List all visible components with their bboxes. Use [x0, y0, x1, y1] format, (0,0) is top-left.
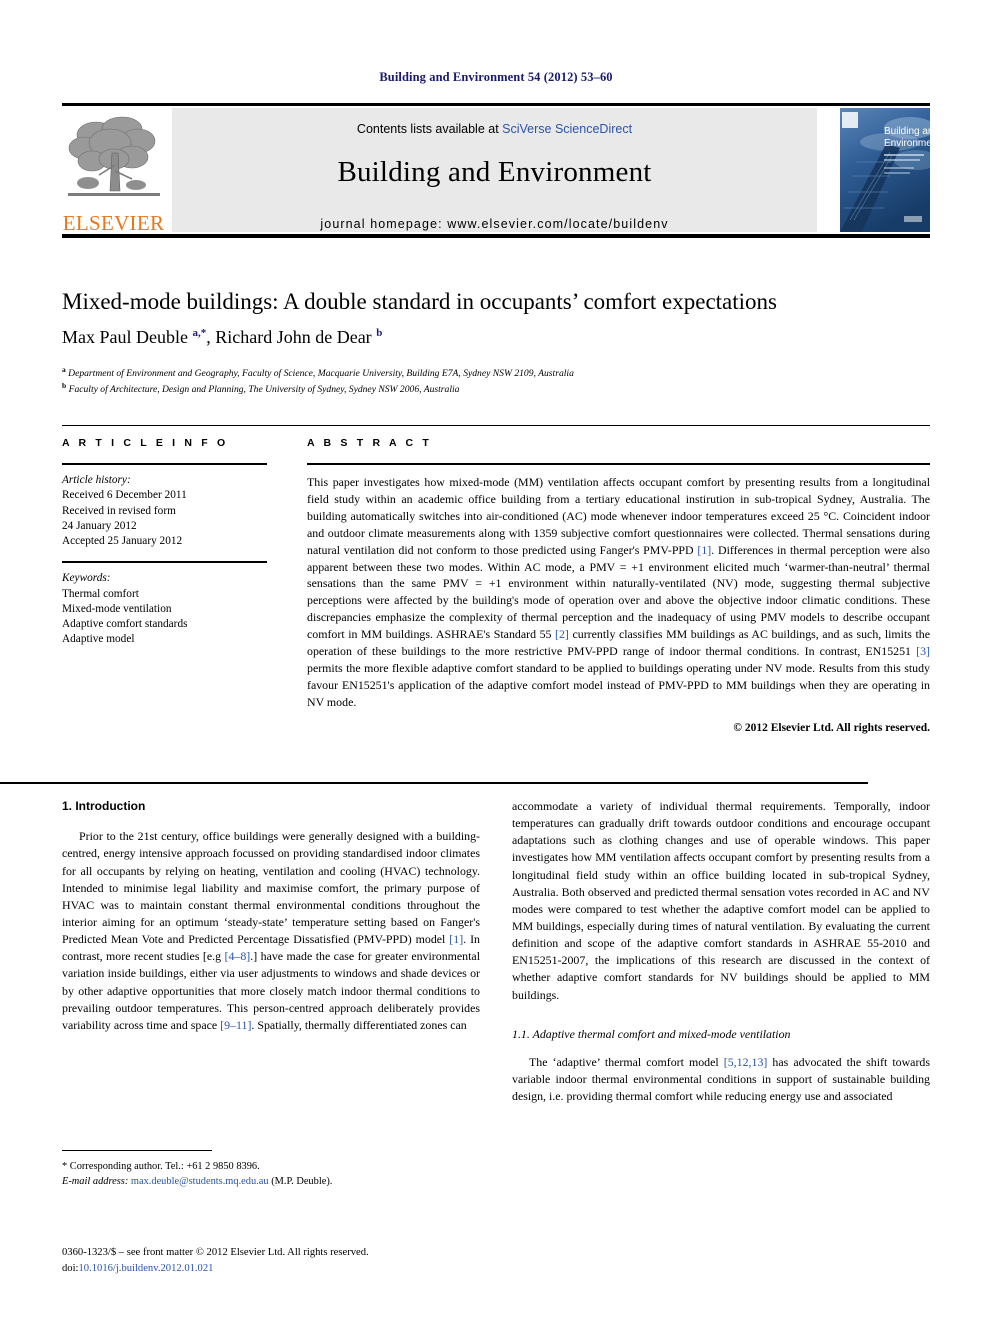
affiliations: a Department of Environment and Geograph…	[62, 365, 942, 397]
subsection-11-title: 1.1. Adaptive thermal comfort and mixed-…	[512, 1026, 791, 1041]
imprint-block: 0360-1323/$ – see front matter © 2012 El…	[62, 1245, 492, 1277]
email-line: E-mail address: max.deuble@students.mq.e…	[62, 1174, 480, 1189]
doi-link[interactable]: 10.1016/j.buildenv.2012.01.021	[78, 1263, 213, 1274]
article-info-label: A R T I C L E I N F O	[62, 437, 229, 449]
keywords-divider-rule	[62, 561, 267, 564]
article-info-column: A R T I C L E I N F O Article history: R…	[62, 437, 267, 648]
body-column-right: accommodate a variety of individual ther…	[512, 798, 930, 1105]
contents-available-line: Contents lists available at SciVerse Sci…	[172, 108, 817, 136]
masthead-top-rule	[62, 103, 930, 106]
affiliation-b: b Faculty of Architecture, Design and Pl…	[62, 381, 460, 396]
history-item: Received 6 December 2011	[62, 489, 187, 502]
affiliation-b-text: Faculty of Architecture, Design and Plan…	[68, 384, 460, 396]
abstract-bottom-rule	[0, 782, 868, 784]
cover-title-line1: Building and	[884, 126, 930, 137]
keyword-item: Thermal comfort	[62, 587, 139, 600]
email-label: E-mail address:	[62, 1176, 129, 1188]
affiliation-a: a Department of Environment and Geograph…	[62, 365, 574, 380]
elsevier-tree-icon	[68, 116, 160, 196]
doi-line: doi:10.1016/j.buildenv.2012.01.021	[62, 1261, 492, 1277]
abstract-copyright: © 2012 Elsevier Ltd. All rights reserved…	[733, 721, 930, 734]
footnote-block: * Corresponding author. Tel.: +61 2 9850…	[62, 1150, 480, 1189]
corresponding-author-line: * Corresponding author. Tel.: +61 2 9850…	[62, 1161, 260, 1172]
email-suffix: (M.P. Deuble).	[271, 1176, 333, 1188]
journal-cover-thumbnail: Building and Environment	[840, 108, 930, 232]
keyword-item: Adaptive model	[62, 633, 135, 646]
journal-cover-image: Building and Environment	[840, 108, 930, 232]
article-history-label: Article history:	[62, 474, 131, 486]
elsevier-wordmark: ELSEVIER	[62, 211, 165, 235]
doi-label: doi:	[62, 1262, 79, 1274]
imprint-line: 0360-1323/$ – see front matter © 2012 El…	[62, 1247, 369, 1258]
masthead-bottom-rule	[62, 234, 930, 238]
subsection-11-paragraph: The ‘adaptive’ thermal comfort model [5,…	[512, 1054, 930, 1104]
body-column-left: 1. Introduction Prior to the 21st centur…	[62, 798, 480, 1034]
abstract-label: A B S T R A C T	[307, 437, 432, 449]
contents-panel: Contents lists available at SciVerse Sci…	[172, 108, 817, 232]
abstract-text: This paper investigates how mixed-mode (…	[307, 475, 930, 709]
article-history: Article history: Received 6 December 201…	[62, 473, 267, 549]
journal-homepage[interactable]: journal homepage: www.elsevier.com/locat…	[172, 189, 817, 231]
author-list: Max Paul Deuble a,*, Richard John de Dea…	[62, 327, 383, 347]
email-link[interactable]: max.deuble@students.mq.edu.au	[131, 1176, 269, 1187]
paper-page: Building and Environment 54 (2012) 53–60	[0, 0, 992, 1323]
contents-prefix: Contents lists available at	[356, 122, 503, 136]
keyword-item: Adaptive comfort standards	[62, 618, 188, 630]
article-title: Mixed-mode buildings: A double standard …	[62, 289, 777, 314]
footnote-rule	[62, 1150, 212, 1151]
sciencedirect-link[interactable]: SciVerse ScienceDirect	[502, 122, 632, 136]
info-abstract-top-rule	[62, 425, 930, 426]
journal-masthead: ELSEVIER Contents lists available at Sci…	[62, 103, 930, 238]
history-item: Received in revised form	[62, 504, 176, 517]
section-introduction-title: 1. Introduction	[62, 799, 146, 813]
cover-title-line2: Environment	[884, 138, 930, 149]
keywords-block: Keywords: Thermal comfort Mixed-mode ven…	[62, 571, 267, 647]
keywords-label: Keywords:	[62, 572, 111, 585]
history-item: Accepted 25 January 2012	[62, 535, 183, 547]
introduction-paragraph-right: accommodate a variety of individual ther…	[512, 799, 930, 1002]
affiliation-a-text: Department of Environment and Geography,…	[68, 368, 574, 380]
introduction-paragraph-left: Prior to the 21st century, office buildi…	[62, 829, 480, 1032]
running-head: Building and Environment 54 (2012) 53–60	[379, 70, 613, 84]
keyword-item: Mixed-mode ventilation	[62, 602, 172, 615]
history-item: 24 January 2012	[62, 519, 137, 532]
journal-title: Building and Environment	[337, 156, 652, 188]
article-info-label-rule	[62, 463, 267, 465]
abstract-label-rule	[307, 463, 930, 465]
elsevier-logo: ELSEVIER	[62, 111, 165, 234]
abstract-column: A B S T R A C T This paper investigates …	[307, 437, 930, 734]
